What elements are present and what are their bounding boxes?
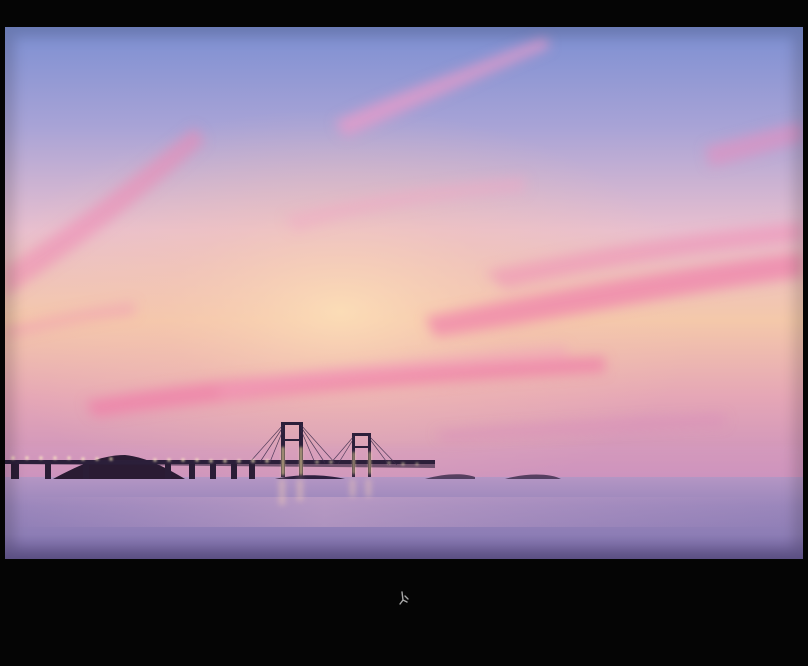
sea-sheen (5, 497, 803, 527)
photo (5, 27, 803, 559)
sunset-scene (5, 27, 803, 559)
signature-glyph-icon (397, 590, 411, 608)
black-mat-frame (0, 0, 808, 666)
